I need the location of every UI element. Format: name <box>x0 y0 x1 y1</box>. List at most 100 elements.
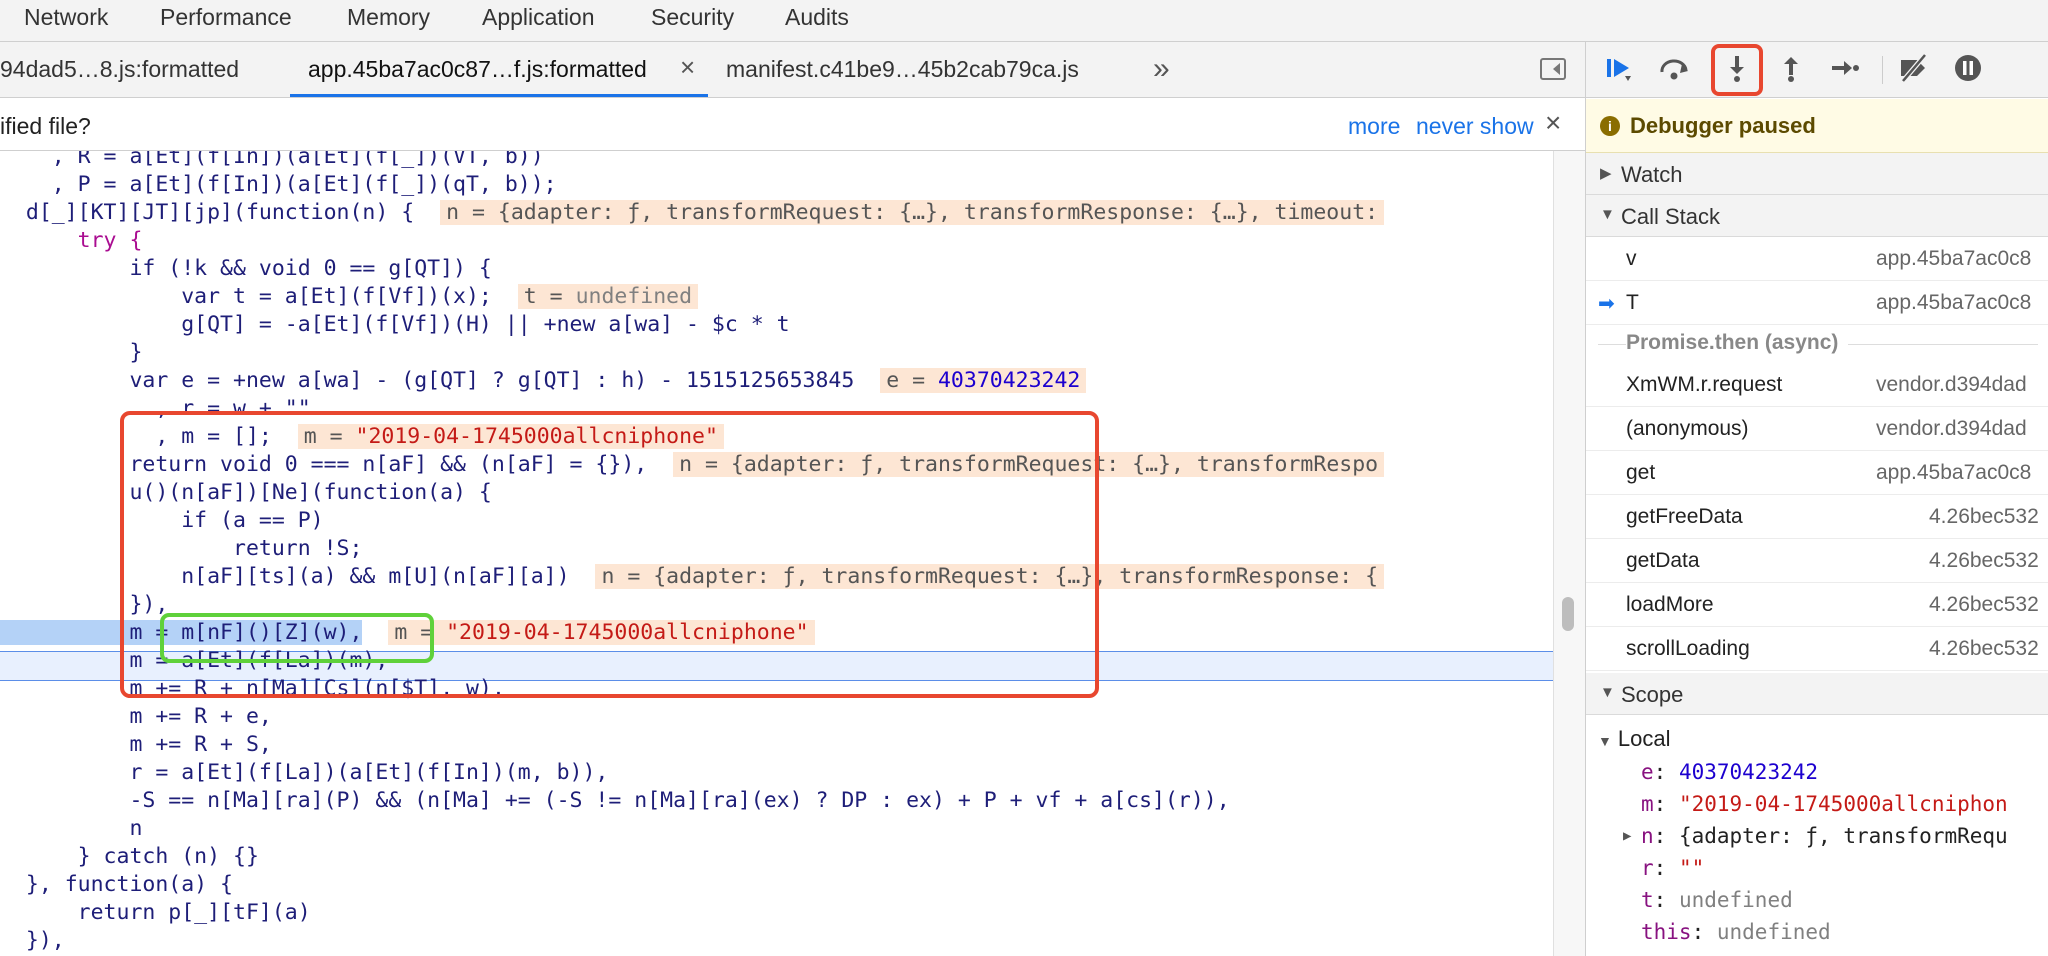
annotation-green-box <box>160 613 434 663</box>
frame-name: getData <box>1626 549 1700 572</box>
section-title: Scope <box>1621 682 1684 707</box>
code-line: -S == n[Ma][ra](P) && (n[Ma] += (-S != n… <box>0 788 1230 813</box>
call-frame[interactable]: scrollLoading 4.26bec532 <box>1586 627 2048 671</box>
code-line: }), <box>0 928 65 953</box>
infobar-more-link[interactable]: more <box>1348 113 1400 140</box>
frame-name: (anonymous) <box>1626 417 1749 440</box>
step-over-icon[interactable] <box>1654 52 1694 88</box>
pretty-print-infobar: ified file? more never show × <box>0 98 1585 151</box>
call-frame[interactable]: XmWM.r.request vendor.d394dad <box>1586 363 2048 407</box>
panel-tab-audits[interactable]: Audits <box>785 4 849 31</box>
frame-location: 4.26bec532 <box>1929 637 2039 660</box>
collapse-triangle-icon: ▼ <box>1600 206 1615 223</box>
code-line: var e = +new a[wa] - (g[QT] ? g[QT] : h)… <box>0 367 1087 395</box>
code-line: n <box>0 816 143 841</box>
source-tab-app[interactable]: app.45ba7ac0c87…f.js:formatted <box>308 56 647 83</box>
code-line: if (!k && void 0 == g[QT]) { <box>0 256 492 281</box>
collapse-triangle-icon: ▼ <box>1598 733 1612 749</box>
debugger-toolbar <box>1586 42 2048 98</box>
frame-name: get <box>1626 461 1656 484</box>
step-icon[interactable] <box>1824 52 1864 88</box>
code-line: , P = a[Et](f[In])(a[Et](f[_])(qT, b)); <box>0 172 557 197</box>
scope-local-label: Local <box>1617 726 1671 751</box>
inline-value: n = {adapter: ƒ, transformRequest: {…}, … <box>440 200 1385 225</box>
panel-tab-network[interactable]: Network <box>24 4 108 31</box>
scope-variable[interactable]: t: undefined <box>1641 884 1793 916</box>
active-tab-indicator <box>290 94 708 97</box>
code-line: var t = a[Et](f[Vf])(x); t = undefined <box>0 283 699 311</box>
code-line: try { <box>0 228 143 253</box>
call-frame-current[interactable]: ➡ T app.45ba7ac0c8 <box>1586 281 2048 325</box>
code-line: m += R + e, <box>0 704 272 729</box>
toggle-sidebar-icon[interactable] <box>1540 58 1566 80</box>
call-frame[interactable]: get app.45ba7ac0c8 <box>1586 451 2048 495</box>
call-stack-section-header[interactable]: ▼ Call Stack <box>1586 195 2048 237</box>
panel-tab-security[interactable]: Security <box>651 4 734 31</box>
panel-tab-application[interactable]: Application <box>482 4 595 31</box>
debugger-sidebar: i Debugger paused ▶ Watch ▼ Call Stack v… <box>1585 42 2048 956</box>
call-frame[interactable]: getData 4.26bec532 <box>1586 539 2048 583</box>
frame-name: XmWM.r.request <box>1626 373 1783 396</box>
tabs-overflow-icon[interactable]: » <box>1153 52 1170 86</box>
code-line: return p[_][tF](a) <box>0 900 311 925</box>
code-line: }, function(a) { <box>0 872 233 897</box>
step-out-icon[interactable] <box>1771 52 1811 88</box>
frame-name: getFreeData <box>1626 505 1743 528</box>
pause-on-exceptions-icon[interactable] <box>1948 52 1988 88</box>
frame-name: scrollLoading <box>1626 637 1750 660</box>
frame-location: app.45ba7ac0c8 <box>1876 461 2032 484</box>
scope-variable[interactable]: this: undefined <box>1641 916 1831 948</box>
debugger-paused-banner: i Debugger paused <box>1586 99 2048 153</box>
code-line: m += R + S, <box>0 732 272 757</box>
source-tabbar: 94dad5…8.js:formatted app.45ba7ac0c87…f.… <box>0 42 1585 98</box>
code-scrollbar-thumb[interactable] <box>1562 597 1574 631</box>
async-separator: Promise.then (async) <box>1586 325 2048 363</box>
expand-triangle-icon: ▶ <box>1600 165 1612 182</box>
watch-section-header[interactable]: ▶ Watch <box>1586 153 2048 195</box>
code-line: g[QT] = -a[Et](f[Vf])(H) || +new a[wa] -… <box>0 312 790 337</box>
current-frame-arrow-icon: ➡ <box>1598 293 1615 315</box>
collapse-triangle-icon: ▼ <box>1600 684 1615 701</box>
frame-location: 4.26bec532 <box>1929 505 2039 528</box>
scope-variable[interactable]: r: "" <box>1641 852 1704 884</box>
inline-value: e = 40370423242 <box>880 368 1087 393</box>
toolbar-separator <box>1882 56 1883 84</box>
code-scrollbar[interactable] <box>1553 151 1585 956</box>
section-title: Call Stack <box>1621 204 1721 229</box>
section-title: Watch <box>1621 162 1683 187</box>
call-frame[interactable]: v app.45ba7ac0c8 <box>1586 237 2048 281</box>
resume-icon[interactable] <box>1598 52 1638 88</box>
scope-variable[interactable]: e: 40370423242 <box>1641 756 1818 788</box>
paused-message: Debugger paused <box>1630 113 1816 138</box>
call-frame[interactable]: loadMore 4.26bec532 <box>1586 583 2048 627</box>
code-line: } <box>0 340 143 365</box>
frame-name: T <box>1626 291 1639 314</box>
call-frame[interactable]: getFreeData 4.26bec532 <box>1586 495 2048 539</box>
source-tab-manifest[interactable]: manifest.c41be9…45b2cab79ca.js <box>726 56 1079 83</box>
frame-location: vendor.d394dad <box>1876 417 2027 440</box>
frame-location: 4.26bec532 <box>1929 593 2039 616</box>
frame-location: app.45ba7ac0c8 <box>1876 247 2032 270</box>
expand-triangle-icon[interactable]: ▶ <box>1623 820 1631 852</box>
frame-name: loadMore <box>1626 593 1714 616</box>
frame-location: vendor.d394dad <box>1876 373 2027 396</box>
frame-location: app.45ba7ac0c8 <box>1876 291 2032 314</box>
step-into-highlight <box>1711 44 1763 96</box>
code-line: } catch (n) {} <box>0 844 259 869</box>
scope-local-header[interactable]: ▼ Local <box>1598 726 1670 752</box>
deactivate-breakpoints-icon[interactable] <box>1894 52 1934 88</box>
scope-section-header[interactable]: ▼ Scope <box>1586 673 2048 715</box>
scope-variable-expandable[interactable]: ▶ n: {adapter: ƒ, transformRequ <box>1623 820 2008 852</box>
panel-tab-memory[interactable]: Memory <box>347 4 430 31</box>
scope-variable[interactable]: m: "2019-04-1745000allcniphon <box>1641 788 2008 820</box>
devtools-panel-tabbar: Network Performance Memory Application S… <box>0 0 2048 42</box>
infobar-close-icon[interactable]: × <box>1545 107 1561 139</box>
code-line: , R = a[Et](f[In])(a[Et](f[_])(VT, b)) <box>0 151 544 169</box>
code-line: r = a[Et](f[La])(a[Et](f[In])(m, b)), <box>0 760 609 785</box>
source-tab-vendor[interactable]: 94dad5…8.js:formatted <box>0 56 239 83</box>
panel-tab-performance[interactable]: Performance <box>160 4 292 31</box>
close-tab-icon[interactable]: × <box>680 52 695 83</box>
call-frame[interactable]: (anonymous) vendor.d394dad <box>1586 407 2048 451</box>
infobar-never-show-link[interactable]: never show <box>1416 113 1534 140</box>
info-icon: i <box>1600 116 1620 136</box>
